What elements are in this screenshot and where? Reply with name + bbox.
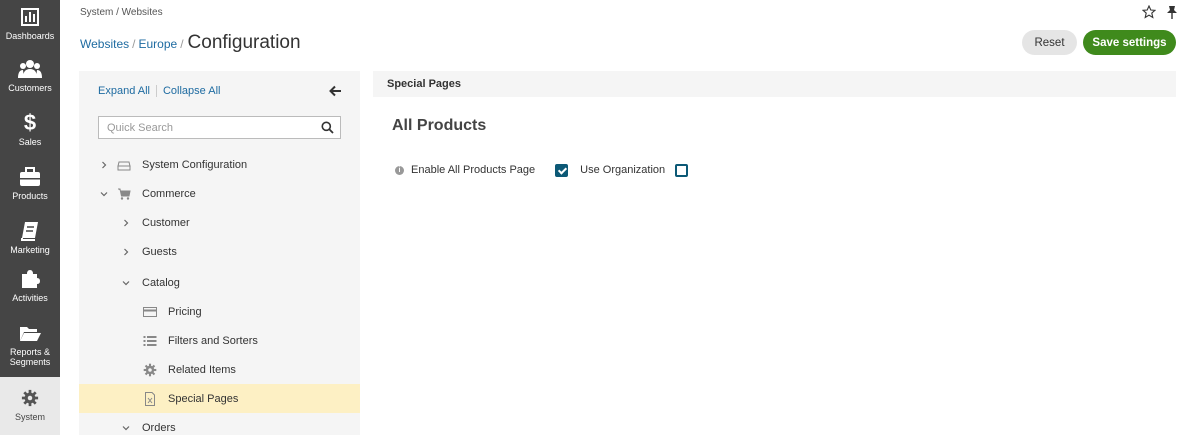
tree-item-system-configuration[interactable]: System Configuration — [79, 150, 360, 179]
tree-item-customer[interactable]: Customer — [79, 208, 360, 237]
tree-item-orders[interactable]: Orders — [79, 413, 360, 435]
chevron-down-icon[interactable] — [122, 279, 130, 287]
page-actions — [1142, 5, 1178, 19]
gear-icon — [143, 363, 157, 376]
tree-item-guests[interactable]: Guests — [79, 237, 360, 266]
group-title: All Products — [392, 117, 487, 134]
use-organization-checkbox[interactable] — [675, 163, 689, 177]
divider — [155, 85, 157, 97]
tree-toggle-links: Expand All Collapse All — [98, 85, 220, 97]
chevron-down-icon[interactable] — [122, 424, 130, 432]
document-icon — [145, 391, 155, 406]
arrow-left-icon[interactable] — [329, 84, 343, 98]
enable-all-products-field: i Enable All Products Page Use Organizat… — [395, 161, 689, 179]
breadcrumb-separator: / — [132, 37, 136, 51]
chevron-right-icon[interactable] — [122, 219, 130, 227]
search-icon[interactable] — [321, 121, 334, 134]
bar-chart-icon — [21, 8, 39, 26]
nav-label-line1: Reports & — [9, 347, 51, 357]
nav-activities[interactable]: Activities — [0, 268, 60, 308]
folder-open-icon — [20, 327, 41, 341]
enable-all-products-checkbox[interactable] — [555, 163, 569, 177]
tree-item-label: Special Pages — [168, 392, 239, 405]
nav-marketing[interactable]: Marketing — [0, 220, 60, 260]
briefcase-icon — [20, 167, 40, 186]
pin-icon[interactable] — [1166, 5, 1178, 19]
tree-item-label: System Configuration — [142, 158, 248, 171]
nav-label: Dashboards — [5, 31, 55, 41]
nav-products[interactable]: Products — [0, 166, 60, 206]
drive-icon — [117, 161, 131, 170]
main-menu: Dashboards Customers $ Sales Products Ma… — [0, 0, 60, 435]
nav-label-line2: Segments — [9, 357, 51, 367]
breadcrumb-websites-link[interactable]: Websites — [80, 37, 129, 51]
top-breadcrumb: System / Websites — [80, 7, 163, 18]
page-title: Configuration — [187, 32, 301, 53]
tree-item-related-items[interactable]: Related Items — [79, 355, 360, 384]
chevron-down-icon[interactable] — [100, 190, 108, 198]
config-tree-sidebar: Expand All Collapse All System Configura… — [79, 71, 360, 435]
credit-card-icon — [143, 306, 157, 317]
nav-sales[interactable]: $ Sales — [0, 112, 60, 152]
list-icon — [143, 335, 157, 346]
section-header: Special Pages — [373, 71, 1176, 97]
tree-item-filters-and-sorters[interactable]: Filters and Sorters — [79, 326, 360, 355]
nav-reports-segments[interactable]: Reports & Segments — [0, 322, 60, 368]
users-icon — [18, 60, 42, 78]
tree-item-special-pages[interactable]: Special Pages — [79, 384, 360, 413]
nav-system[interactable]: System — [0, 377, 60, 435]
field-label: Enable All Products Page — [411, 164, 536, 176]
use-organization-label: Use Organization — [580, 164, 666, 176]
svg-text:$: $ — [24, 112, 36, 134]
breadcrumb-separator: / — [180, 37, 184, 51]
tree-item-label: Customer — [142, 216, 190, 229]
app-root: Dashboards Customers $ Sales Products Ma… — [0, 0, 1189, 435]
nav-dashboards[interactable]: Dashboards — [0, 6, 60, 46]
tree-item-commerce[interactable]: Commerce — [79, 179, 360, 208]
tree-item-pricing[interactable]: Pricing — [79, 297, 360, 326]
tree-item-label: Guests — [142, 245, 177, 258]
save-settings-button[interactable]: Save settings — [1083, 30, 1176, 55]
tree-item-label: Catalog — [142, 276, 180, 289]
info-icon[interactable]: i — [395, 165, 404, 175]
reset-button[interactable]: Reset — [1022, 30, 1077, 55]
nav-label: Activities — [12, 293, 48, 303]
quick-search-box — [98, 116, 341, 139]
nav-label: System — [14, 412, 45, 422]
section-title: Special Pages — [387, 78, 461, 90]
puzzle-icon — [22, 270, 40, 288]
tree-item-label: Related Items — [168, 363, 236, 376]
tree-item-label: Orders — [142, 421, 176, 434]
dollar-icon: $ — [24, 112, 36, 134]
chevron-right-icon[interactable] — [100, 161, 108, 169]
nav-customers[interactable]: Customers — [0, 58, 60, 98]
quick-search-input[interactable] — [99, 117, 314, 138]
expand-all-link[interactable]: Expand All — [98, 85, 150, 97]
tree-item-label: Filters and Sorters — [168, 334, 258, 347]
breadcrumb-europe-link[interactable]: Europe — [138, 37, 177, 51]
collapse-all-link[interactable]: Collapse All — [163, 85, 220, 97]
star-icon[interactable] — [1142, 5, 1156, 19]
nav-label: Products — [12, 191, 48, 201]
tree-item-label: Commerce — [142, 187, 196, 200]
tree-item-label: Pricing — [168, 305, 202, 318]
nav-label: Sales — [18, 137, 42, 147]
nav-label: Marketing — [10, 245, 50, 255]
cart-icon — [118, 188, 131, 200]
nav-label: Customers — [8, 83, 52, 93]
book-icon — [21, 222, 38, 241]
breadcrumb: Websites / Europe / Configuration — [80, 32, 301, 53]
tree-item-catalog[interactable]: Catalog — [79, 268, 360, 297]
gear-icon — [21, 389, 39, 407]
chevron-right-icon[interactable] — [122, 248, 130, 256]
